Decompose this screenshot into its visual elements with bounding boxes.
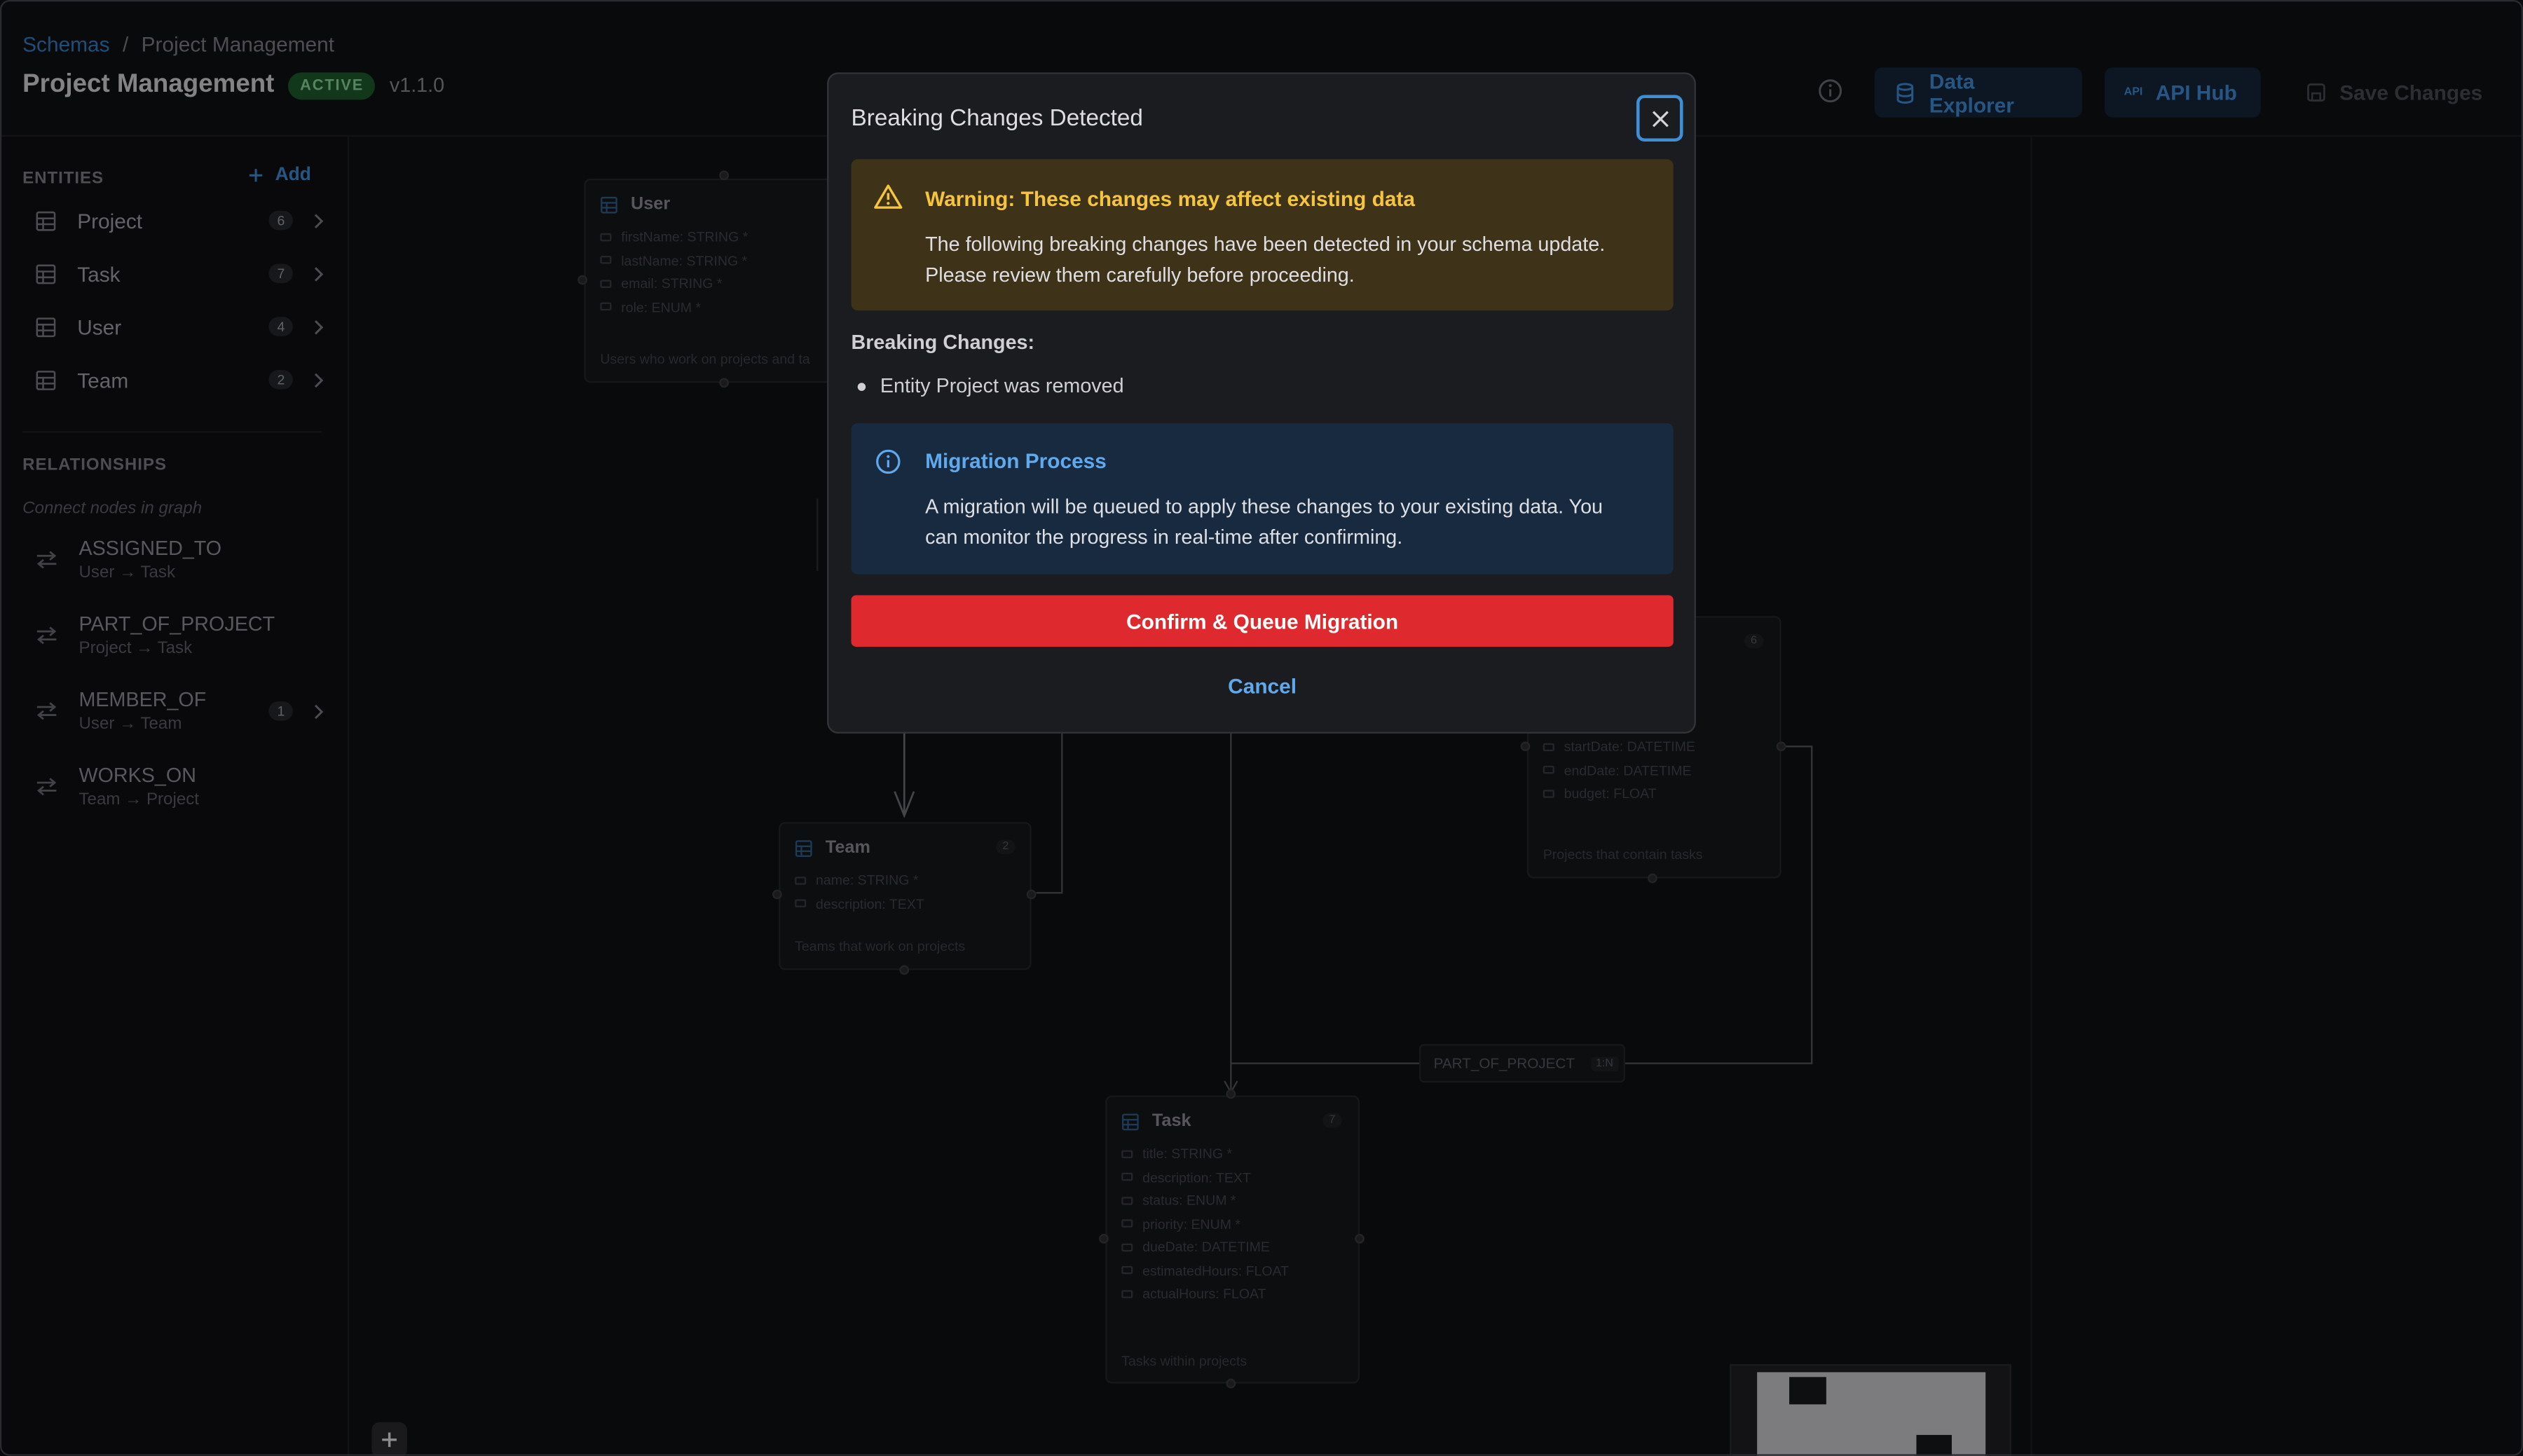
info-icon [875, 449, 901, 475]
migration-line: can monitor the progress in real-time af… [925, 525, 1403, 548]
warning-alert: Warning: These changes may affect existi… [851, 159, 1674, 311]
cancel-button[interactable]: Cancel [852, 666, 1674, 705]
close-button[interactable] [1636, 95, 1683, 142]
migration-info-alert: Migration Process A migration will be qu… [851, 423, 1674, 575]
warning-heading: Warning: These changes may affect existi… [925, 186, 1415, 211]
breaking-change-text: Entity Project was removed [880, 374, 1124, 398]
breaking-changes-title: Breaking Changes: [851, 331, 1035, 355]
migration-line: A migration will be queued to apply thes… [925, 495, 1604, 518]
warning-body: The following breaking changes have been… [925, 230, 1641, 289]
warning-triangle-icon [874, 184, 903, 210]
migration-heading: Migration Process [925, 448, 1107, 473]
app-root: Schemas / Project Management Project Man… [0, 0, 2523, 1456]
breaking-change-item: Entity Project was removed [857, 374, 1124, 398]
warning-line: Please review them carefully before proc… [925, 263, 1355, 286]
close-icon [1650, 109, 1669, 128]
breaking-changes-dialog: Breaking Changes Detected Warning: These… [827, 72, 1696, 734]
bullet [857, 382, 866, 390]
confirm-migration-button[interactable]: Confirm & Queue Migration [851, 595, 1674, 647]
migration-body: A migration will be queued to apply thes… [925, 493, 1633, 552]
warning-line: The following breaking changes have been… [925, 233, 1606, 256]
dialog-title: Breaking Changes Detected [851, 106, 1143, 132]
